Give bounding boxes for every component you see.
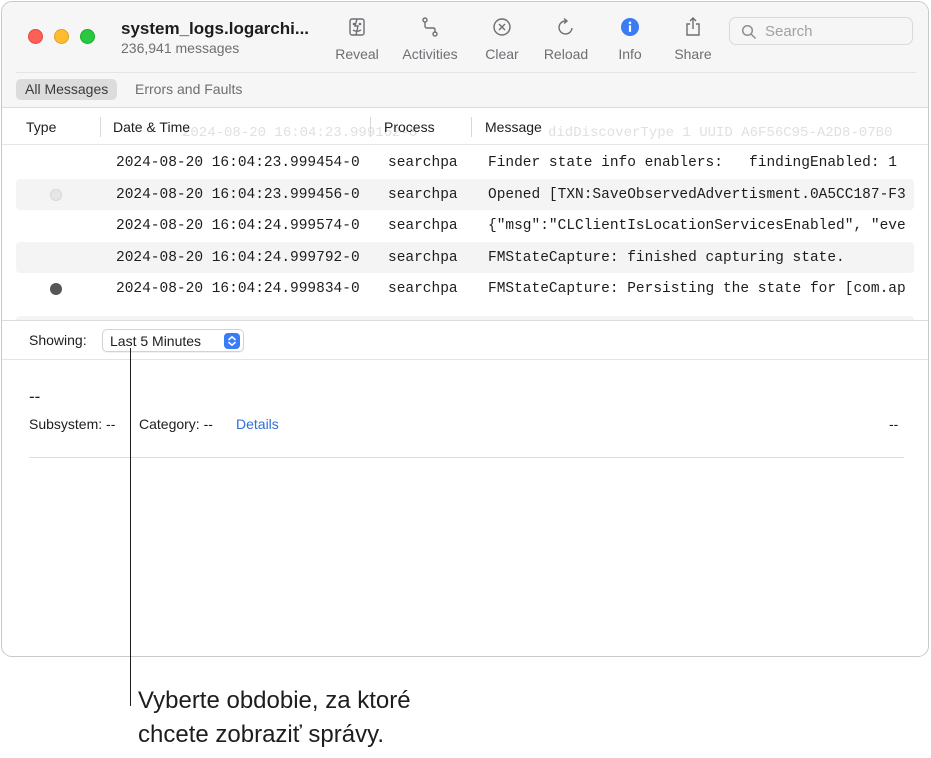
activities-button[interactable]: Activities: [395, 16, 465, 70]
reveal-button[interactable]: Reveal: [322, 16, 392, 70]
row-date: 2024-08-20 16:04:23.999456-0: [116, 187, 360, 203]
message-count: 236,941 messages: [121, 40, 240, 56]
info-icon: [621, 18, 639, 36]
reload-icon: [558, 17, 573, 35]
table-row[interactable]: 2024-08-20 16:04:24.999574-0 searchpa {"…: [16, 210, 914, 241]
time-range-value: Last 5 Minutes: [110, 333, 202, 349]
reveal-label: Reveal: [335, 46, 379, 62]
share-icon: [686, 17, 700, 36]
row-message: FMStateCapture: finished capturing state…: [488, 250, 845, 266]
time-range-popup[interactable]: Last 5 Minutes: [102, 329, 244, 352]
column-type[interactable]: Type: [26, 119, 56, 135]
reveal-icon: [349, 18, 365, 36]
chevron-up-down-icon: [224, 333, 240, 349]
minimize-window-button[interactable]: [54, 29, 69, 44]
detail-title: --: [29, 387, 41, 406]
info-type-dot-icon: [50, 189, 62, 201]
callout-text: Vyberte obdobie, za ktoré chcete zobrazi…: [138, 684, 411, 752]
column-date-time[interactable]: Date & Time: [113, 119, 190, 135]
row-process: searchpa: [388, 218, 458, 234]
column-divider[interactable]: [370, 117, 371, 137]
callout-line-1: Vyberte obdobie, za ktoré: [138, 687, 411, 714]
info-button[interactable]: Info: [595, 16, 665, 70]
reload-button[interactable]: Reload: [531, 16, 601, 70]
table-row[interactable]: 2024-08-20 16:04:23.999456-0 searchpa Op…: [16, 179, 914, 210]
zoom-window-button[interactable]: [80, 29, 95, 44]
share-button[interactable]: Share: [658, 16, 728, 70]
row-date: 2024-08-20 16:04:24.999574-0: [116, 218, 360, 234]
detail-right-value: --: [889, 416, 899, 432]
row-message: Finder state info enablers: findingEnabl…: [488, 155, 897, 171]
scope-divider: [16, 72, 916, 73]
window-title: system_logs.logarchi...: [121, 19, 310, 38]
showing-bar: Showing: Last 5 Minutes: [2, 320, 928, 360]
search-icon: [741, 24, 757, 40]
scope-all-messages[interactable]: All Messages: [16, 79, 118, 100]
detail-divider: [29, 457, 904, 458]
activities-icon: [422, 17, 438, 37]
callout-line-2: chcete zobraziť správy.: [138, 721, 384, 748]
table-row[interactable]: 2024-08-20 16:04:23.999454-0 searchpa Fi…: [16, 147, 914, 178]
row-message: {"msg":"CLClientIsLocationServicesEnable…: [488, 218, 906, 234]
table-row[interactable]: 2024-08-20 16:04:24.999834-0 searchpa FM…: [16, 273, 914, 304]
search-input[interactable]: [765, 21, 905, 41]
column-message[interactable]: Message: [485, 119, 542, 135]
row-date: 2024-08-20 16:04:24.999834-0: [116, 281, 360, 297]
row-process: searchpa: [388, 250, 458, 266]
clear-button[interactable]: Clear: [467, 16, 537, 70]
table-row[interactable]: 2024-08-20 16:04:24.999792-0 searchpa FM…: [16, 242, 914, 273]
column-divider[interactable]: [471, 117, 472, 137]
category-label: Category: --: [139, 416, 213, 432]
share-label: Share: [674, 46, 712, 62]
clear-icon: [493, 18, 511, 36]
ghost-row-message: didDiscoverType 1 UUID A6F56C95-A2D8-07B…: [548, 125, 893, 141]
row-process: searchpa: [388, 155, 458, 171]
row-message: Opened [TXN:SaveObservedAdvertisment.0A5…: [488, 187, 906, 203]
activities-label: Activities: [402, 46, 458, 62]
showing-label: Showing:: [29, 332, 87, 348]
row-process: searchpa: [388, 281, 458, 297]
scope-errors-and-faults[interactable]: Errors and Faults: [126, 79, 251, 100]
column-divider[interactable]: [100, 117, 101, 137]
debug-type-dot-icon: [50, 283, 62, 295]
info-label: Info: [618, 46, 642, 62]
subsystem-label: Subsystem: --: [29, 416, 116, 432]
clear-label: Clear: [485, 46, 519, 62]
details-link[interactable]: Details: [236, 416, 279, 432]
row-date: 2024-08-20 16:04:23.999454-0: [116, 155, 360, 171]
row-date: 2024-08-20 16:04:24.999792-0: [116, 250, 360, 266]
console-window: system_logs.logarchi... 236,941 messages…: [1, 1, 929, 657]
ghost-row-date: 2024-08-20 16:04:23.999162-0: [182, 125, 418, 141]
scope-bar: All Messages Errors and Faults: [2, 72, 928, 108]
close-window-button[interactable]: [28, 29, 43, 44]
callout-line: [130, 348, 131, 706]
reload-label: Reload: [543, 46, 589, 62]
row-process: searchpa: [388, 187, 458, 203]
row-message: FMStateCapture: Persisting the state for…: [488, 281, 906, 297]
search-field[interactable]: [729, 17, 913, 45]
toolbar: system_logs.logarchi... 236,941 messages…: [2, 2, 928, 72]
column-process[interactable]: Process: [384, 119, 435, 135]
message-list[interactable]: 2024-08-20 16:04:23.999454-0 searchpa Fi…: [2, 147, 928, 319]
table-header: 2024-08-20 16:04:23.999162-0 didDiscover…: [2, 109, 928, 145]
